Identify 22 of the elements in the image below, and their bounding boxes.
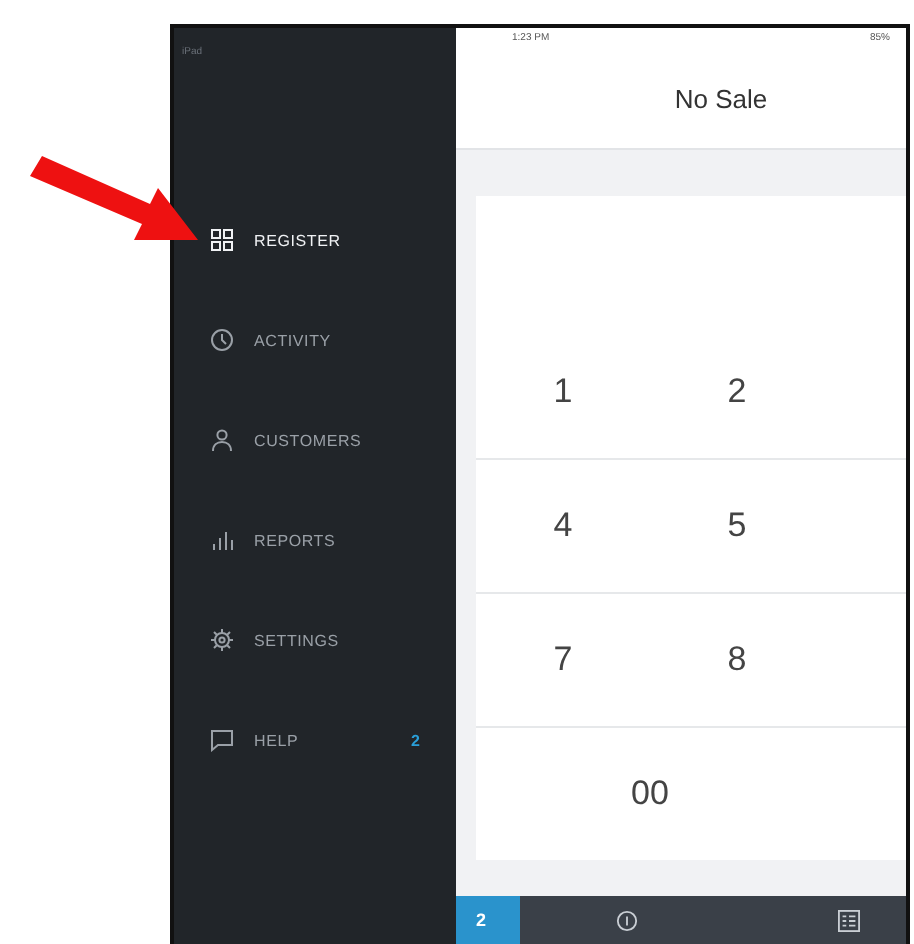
sidebar-label: REGISTER — [254, 231, 341, 249]
bar-chart-icon — [210, 528, 234, 552]
sidebar-item[interactable]: ACTIVITY — [210, 324, 456, 356]
sidebar-label: HELP — [254, 731, 299, 749]
sidebar-label: CUSTOMERS — [254, 431, 362, 449]
notification-count: 2 — [411, 731, 420, 749]
page-title: No Sale — [674, 83, 768, 113]
clock-icon — [210, 328, 234, 352]
chat-icon — [210, 728, 234, 752]
sidebar-item[interactable]: CUSTOMERS — [210, 424, 456, 456]
grid-icon — [210, 228, 234, 252]
info-circle-icon[interactable] — [616, 909, 638, 931]
sidebar-item[interactable]: REPORTS — [210, 524, 456, 556]
sidebar-item[interactable]: HELP 2 — [210, 724, 456, 756]
sidebar-item[interactable]: SETTINGS — [210, 624, 456, 656]
list-icon[interactable] — [838, 909, 860, 931]
sidebar-label: SETTINGS — [254, 631, 339, 649]
settings-icon — [210, 628, 234, 652]
sidebar-label: REPORTS — [254, 531, 336, 549]
sidebar-item[interactable]: REGISTER — [210, 224, 456, 256]
person-icon — [210, 428, 234, 452]
sidebar-label: ACTIVITY — [254, 331, 331, 349]
